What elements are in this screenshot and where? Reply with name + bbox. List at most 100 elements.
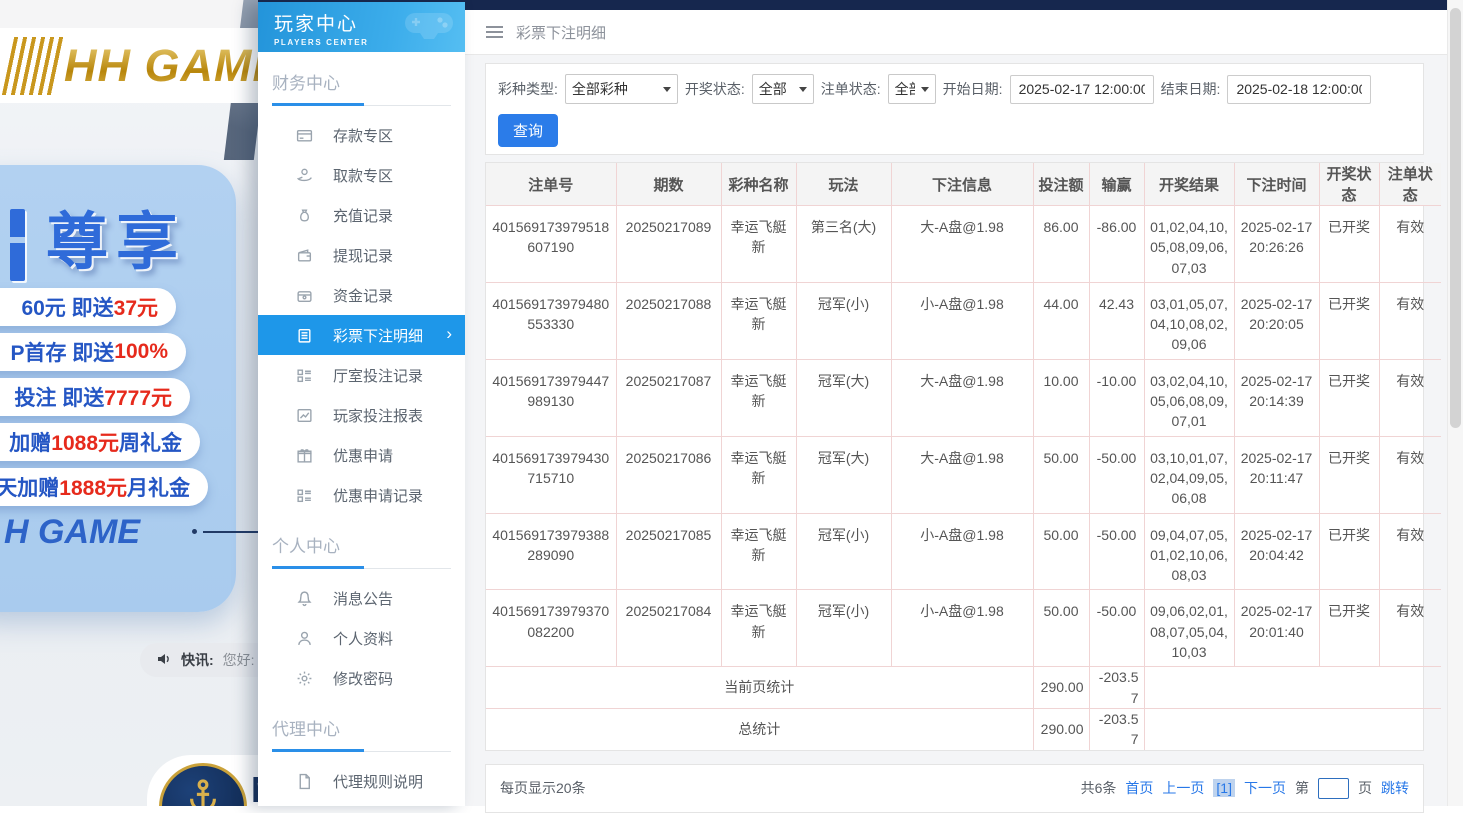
- sidebar-item-withdraw[interactable]: 取款专区: [258, 155, 465, 195]
- sidebar-item-deposit[interactable]: 存款专区: [258, 115, 465, 155]
- bet-status-select[interactable]: 全部: [888, 74, 936, 104]
- summary-cell: [1144, 667, 1441, 709]
- grid-list-icon: [295, 366, 313, 384]
- table-cell: 幸运飞艇新: [721, 359, 796, 436]
- table-cell: -86.00: [1089, 206, 1144, 283]
- table-cell: 09,06,02,01,08,07,05,04,10,03: [1144, 590, 1234, 667]
- col-header: 注单号: [486, 163, 616, 206]
- player-center-sidebar: 玩家中心 PLAYERS CENTER 财务中心存款专区取款专区充值记录提现记录…: [258, 2, 465, 806]
- sidebar-item-promo-apply[interactable]: 优惠申请: [258, 435, 465, 475]
- first-page-link[interactable]: 首页: [1125, 778, 1153, 798]
- table-row: 40156917397943071571020250217086幸运飞艇新冠军(…: [486, 436, 1441, 513]
- table-cell: 冠军(大): [796, 436, 891, 513]
- table-cell: 大-A盘@1.98: [891, 359, 1033, 436]
- table-cell: 50.00: [1033, 513, 1089, 590]
- table-cell: 有效: [1379, 282, 1441, 359]
- table-cell: 20250217088: [616, 282, 721, 359]
- chart-icon: [295, 406, 313, 424]
- col-header: 投注额: [1033, 163, 1089, 206]
- promo-footer-logo: H GAME: [4, 513, 140, 552]
- gift-icon: [295, 446, 313, 464]
- section-label: 财务中心: [272, 69, 465, 94]
- table-cell: 01,02,04,10,05,08,09,06,07,03: [1144, 206, 1234, 283]
- prev-page-link[interactable]: 上一页: [1162, 778, 1204, 798]
- wallet-icon: [295, 246, 313, 264]
- table-row: 40156917397944798913020250217087幸运飞艇新冠军(…: [486, 359, 1441, 436]
- table-cell: -50.00: [1089, 513, 1144, 590]
- sidebar-item-player-report[interactable]: 玩家投注报表: [258, 395, 465, 435]
- table-cell: 幸运飞艇新: [721, 282, 796, 359]
- section-underline: [272, 103, 451, 106]
- page-jump-input[interactable]: [1318, 778, 1349, 799]
- table-cell: 有效: [1379, 436, 1441, 513]
- total-count: 共6条: [1081, 778, 1117, 798]
- scrollbar[interactable]: [1447, 0, 1463, 806]
- sidebar-item-label: 优惠申请记录: [333, 485, 423, 506]
- ticker-label: 快讯:: [181, 650, 214, 670]
- col-header: 彩种名称: [721, 163, 796, 206]
- withdraw-hand-icon: [295, 166, 313, 184]
- sidebar-item-funds-record[interactable]: 资金记录: [258, 275, 465, 315]
- sidebar-item-label: 玩家投注报表: [333, 405, 423, 426]
- jump-action-link[interactable]: 跳转: [1381, 778, 1409, 798]
- table-cell: 已开奖: [1319, 513, 1379, 590]
- start-date-input[interactable]: [1010, 75, 1154, 104]
- grid-list-icon: [295, 486, 313, 504]
- pagination-bar: 每页显示20条 共6条 首页 上一页 [1] 下一页 第 页 跳转: [485, 764, 1424, 813]
- lottery-type-select[interactable]: 全部彩种: [565, 74, 678, 104]
- sidebar-item-announcements[interactable]: 消息公告: [258, 578, 465, 618]
- table-cell: 幸运飞艇新: [721, 590, 796, 667]
- bet-status-select-wrap: 全部: [888, 74, 936, 104]
- sidebar-item-recharge-record[interactable]: 充值记录: [258, 195, 465, 235]
- summary-cell: [1144, 708, 1441, 749]
- logo-bars-decoration: [2, 37, 66, 95]
- table-cell: 401569173979388289090: [486, 513, 616, 590]
- scrollbar-thumb[interactable]: [1450, 8, 1461, 428]
- sidebar-item-label: 取款专区: [333, 165, 393, 186]
- table-cell: 冠军(小): [796, 590, 891, 667]
- sidebar-item-label: 厅室投注记录: [333, 365, 423, 386]
- promo-pill: 天加赠1888元月礼金: [0, 468, 208, 506]
- next-page-link[interactable]: 下一页: [1244, 778, 1286, 798]
- table-cell: 大-A盘@1.98: [891, 206, 1033, 283]
- table-cell: 2025-02-17 20:01:40: [1234, 590, 1319, 667]
- sidebar-item-change-password[interactable]: 修改密码: [258, 658, 465, 698]
- sidebar-item-lottery-bets[interactable]: 彩票下注明细›: [258, 315, 465, 355]
- table-cell: 03,02,04,10,05,06,08,09,07,01: [1144, 359, 1234, 436]
- summary-cell: 总统计: [486, 708, 1033, 749]
- table-row: 40156917397937008220020250217084幸运飞艇新冠军(…: [486, 590, 1441, 667]
- sidebar-item-hall-bets[interactable]: 厅室投注记录: [258, 355, 465, 395]
- table-cell: 冠军(大): [796, 359, 891, 436]
- bet-status-label: 注单状态:: [821, 79, 881, 99]
- table-cell: 小-A盘@1.98: [891, 590, 1033, 667]
- draw-status-select-wrap: 全部: [752, 74, 814, 104]
- current-page-indicator: [1]: [1213, 779, 1235, 797]
- page-title: 彩票下注明细: [516, 22, 606, 43]
- promo-pill: 60元 即送37元: [0, 288, 176, 326]
- table-cell: 401569173979447989130: [486, 359, 616, 436]
- draw-status-select[interactable]: 全部: [752, 74, 814, 104]
- sidebar-item-label: 代理规则说明: [333, 771, 423, 792]
- end-date-input[interactable]: [1227, 75, 1371, 104]
- summary-row: 当前页统计290.00-203.57: [486, 667, 1441, 709]
- table-cell: 03,10,01,07,02,04,09,05,06,08: [1144, 436, 1234, 513]
- sidebar-item-agent-team[interactable]: 代理团队统计: [258, 801, 465, 806]
- query-button[interactable]: 查询: [498, 114, 558, 147]
- table-cell: 03,01,05,07,04,10,08,02,09,06: [1144, 282, 1234, 359]
- table-cell: 20250217085: [616, 513, 721, 590]
- speaker-icon: [156, 651, 172, 670]
- sidebar-item-label: 彩票下注明细: [333, 325, 423, 346]
- menu-icon[interactable]: [486, 26, 503, 38]
- sidebar-item-promo-record[interactable]: 优惠申请记录: [258, 475, 465, 515]
- sidebar-item-label: 优惠申请: [333, 445, 393, 466]
- promo-headline: 尊享: [46, 191, 186, 281]
- table-cell: 401569173979430715710: [486, 436, 616, 513]
- purse-icon: [295, 286, 313, 304]
- sidebar-item-withdrawal-record[interactable]: 提现记录: [258, 235, 465, 275]
- table-cell: 2025-02-17 20:20:05: [1234, 282, 1319, 359]
- bell-icon: [295, 589, 313, 607]
- document-icon: [295, 772, 313, 790]
- sidebar-item-profile[interactable]: 个人资料: [258, 618, 465, 658]
- ticker-text: 您好:: [223, 650, 255, 670]
- sidebar-item-agent-rules[interactable]: 代理规则说明: [258, 761, 465, 801]
